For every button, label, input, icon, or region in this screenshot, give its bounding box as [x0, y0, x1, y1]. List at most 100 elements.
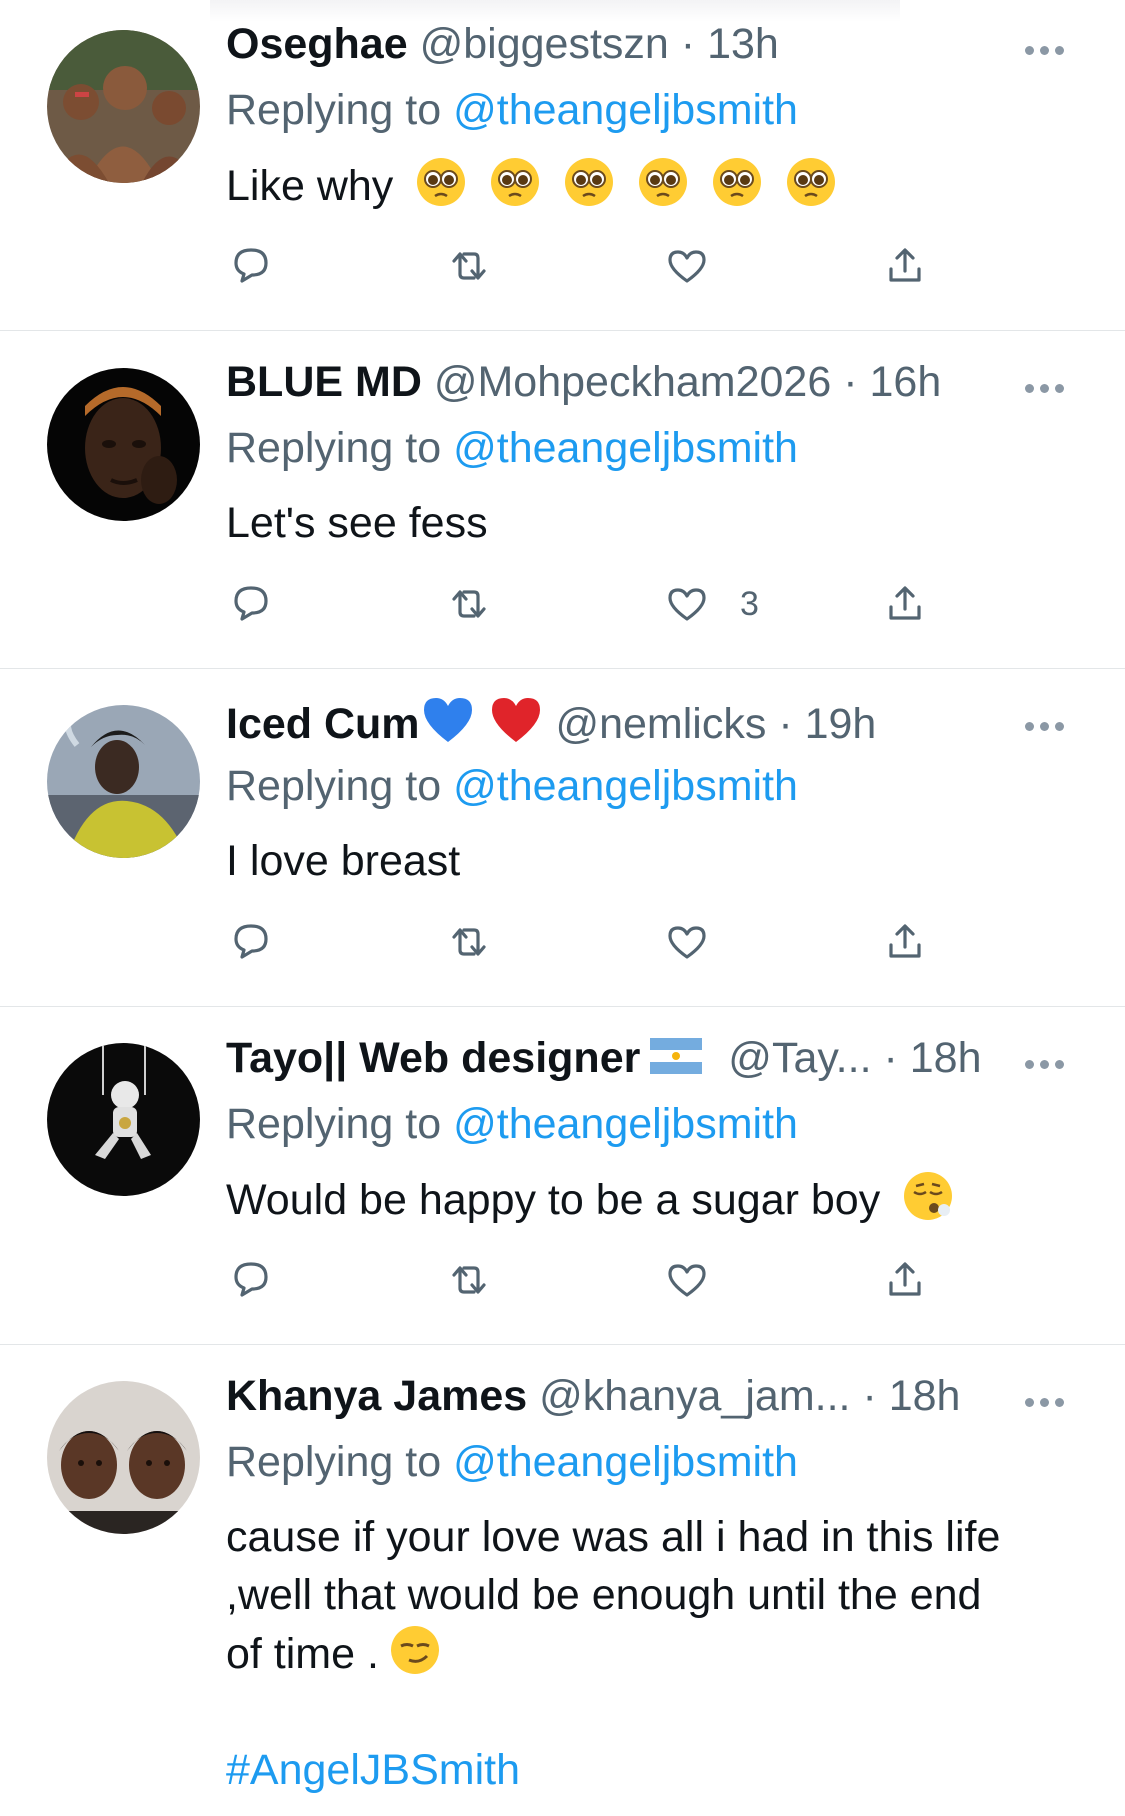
timestamp[interactable]: 19h — [805, 700, 877, 748]
argentina-flag-icon — [650, 1038, 703, 1074]
tweet-divider — [0, 1006, 1125, 1007]
retweet-button[interactable] — [444, 1254, 494, 1306]
tweet-divider — [0, 668, 1125, 669]
tweet-actions — [226, 1254, 986, 1306]
display-name[interactable]: BLUE MD — [226, 358, 422, 406]
display-name[interactable]: Oseghae — [226, 20, 408, 68]
share-icon — [889, 1262, 921, 1296]
display-name[interactable]: Iced Cum — [226, 700, 420, 748]
smirking-face-icon — [390, 1626, 439, 1674]
reply-mention-link[interactable]: @theangeljbsmith — [453, 86, 798, 134]
avatar-photo — [47, 1043, 200, 1196]
avatar[interactable] — [47, 368, 200, 521]
tweet-body: I love breast — [226, 837, 461, 885]
reply-icon — [234, 248, 268, 283]
reply-button[interactable] — [226, 1254, 276, 1306]
reply-icon — [234, 924, 268, 959]
timestamp[interactable]: 18h — [889, 1372, 961, 1420]
tweet-body-line: cause if your love was all i had in this… — [226, 1513, 1001, 1561]
avatar[interactable] — [47, 1381, 200, 1534]
user-handle[interactable]: @Tay... — [728, 1034, 871, 1082]
reply-mention-link[interactable]: @theangeljbsmith — [453, 762, 798, 810]
reply-icon — [234, 1262, 268, 1297]
like-button[interactable]: 3 — [662, 578, 759, 630]
hashtag-link[interactable]: #AngelJBSmith — [226, 1741, 1086, 1799]
pleading-face-icon — [787, 158, 836, 206]
avatar-photo — [47, 30, 200, 183]
retweet-button[interactable] — [444, 578, 494, 630]
tweet-text: Would be happy to be a sugar boy — [226, 1170, 1086, 1229]
tweet-body: Would be happy to be a sugar boy — [226, 1176, 881, 1224]
user-handle[interactable]: @nemlicks — [555, 700, 766, 748]
tweet-body-line: of time . — [226, 1630, 379, 1678]
pleading-face-icon — [639, 158, 688, 206]
user-handle[interactable]: @khanya_jam... — [539, 1372, 850, 1420]
reply-button[interactable] — [226, 578, 276, 630]
heart-icon — [668, 588, 706, 621]
like-button[interactable] — [662, 916, 740, 968]
avatar-photo — [47, 368, 200, 521]
timestamp[interactable]: 16h — [870, 358, 942, 406]
share-button[interactable] — [880, 240, 930, 292]
avatar[interactable] — [47, 30, 200, 183]
avatar-photo — [47, 1381, 200, 1534]
more-options-icon[interactable] — [1025, 380, 1071, 393]
replying-to: Replying to @theangeljbsmith — [226, 760, 798, 812]
pleading-face-emoji-row — [393, 158, 837, 210]
red-heart-icon — [491, 698, 540, 742]
share-button[interactable] — [880, 578, 930, 630]
tweet-body: Like why — [226, 162, 394, 210]
more-options-icon[interactable] — [1025, 42, 1071, 55]
user-handle[interactable]: @Mohpeckham2026 — [434, 358, 831, 406]
avatar[interactable] — [47, 1043, 200, 1196]
avatar[interactable] — [47, 705, 200, 858]
tweet-actions — [226, 240, 986, 292]
pleading-face-icon — [417, 158, 466, 206]
share-icon — [889, 586, 921, 620]
retweet-icon — [452, 1266, 486, 1294]
tweet-header: Tayo|| Web designer @Tay... · 18h — [226, 1032, 982, 1084]
tweet-body-line-last: of time . — [226, 1624, 1086, 1683]
share-button[interactable] — [880, 1254, 930, 1306]
retweet-button[interactable] — [444, 240, 494, 292]
replying-to: Replying to @theangeljbsmith — [226, 1098, 798, 1150]
tweet-actions: 3 — [226, 578, 986, 630]
retweet-button[interactable] — [444, 916, 494, 968]
more-options-icon[interactable] — [1025, 1394, 1071, 1407]
like-button[interactable] — [662, 1254, 740, 1306]
tweet-body-line: ,well that would be enough until the end — [226, 1571, 982, 1619]
tweet-divider — [0, 330, 1125, 331]
timestamp[interactable]: 18h — [910, 1034, 982, 1082]
replying-to-label: Replying to — [226, 424, 442, 472]
heart-icon — [668, 926, 706, 959]
reply-mention-link[interactable]: @theangeljbsmith — [453, 424, 798, 472]
like-button[interactable] — [662, 240, 740, 292]
user-handle[interactable]: @biggestszn — [420, 20, 669, 68]
more-options-icon[interactable] — [1025, 718, 1071, 731]
separator: · — [778, 700, 793, 748]
separator: · — [680, 20, 696, 68]
reply-icon — [234, 586, 268, 621]
display-name[interactable]: Tayo|| Web designer — [226, 1034, 640, 1082]
face-exhaling-icon — [904, 1172, 953, 1220]
tweet-text: I love breast — [226, 832, 1086, 890]
name-emoji-hearts — [420, 694, 544, 758]
separator: · — [862, 1372, 877, 1420]
pleading-face-icon — [713, 158, 762, 206]
reply-mention-link[interactable]: @theangeljbsmith — [453, 1100, 798, 1148]
tweet-text: Like why — [226, 156, 1086, 215]
reply-mention-link[interactable]: @theangeljbsmith — [453, 1438, 798, 1486]
pleading-face-icon — [565, 158, 614, 206]
share-button[interactable] — [880, 916, 930, 968]
tweet-header: BLUE MD @Mohpeckham2026 · 16h — [226, 356, 941, 408]
display-name[interactable]: Khanya James — [226, 1372, 527, 1420]
heart-icon — [668, 1264, 706, 1297]
reply-button[interactable] — [226, 240, 276, 292]
timestamp[interactable]: 13h — [707, 20, 779, 68]
replying-to: Replying to @theangeljbsmith — [226, 1436, 798, 1488]
more-options-icon[interactable] — [1025, 1056, 1071, 1069]
reply-button[interactable] — [226, 916, 276, 968]
separator: · — [843, 358, 858, 406]
tweet-text: cause if your love was all i had in this… — [226, 1508, 1086, 1799]
